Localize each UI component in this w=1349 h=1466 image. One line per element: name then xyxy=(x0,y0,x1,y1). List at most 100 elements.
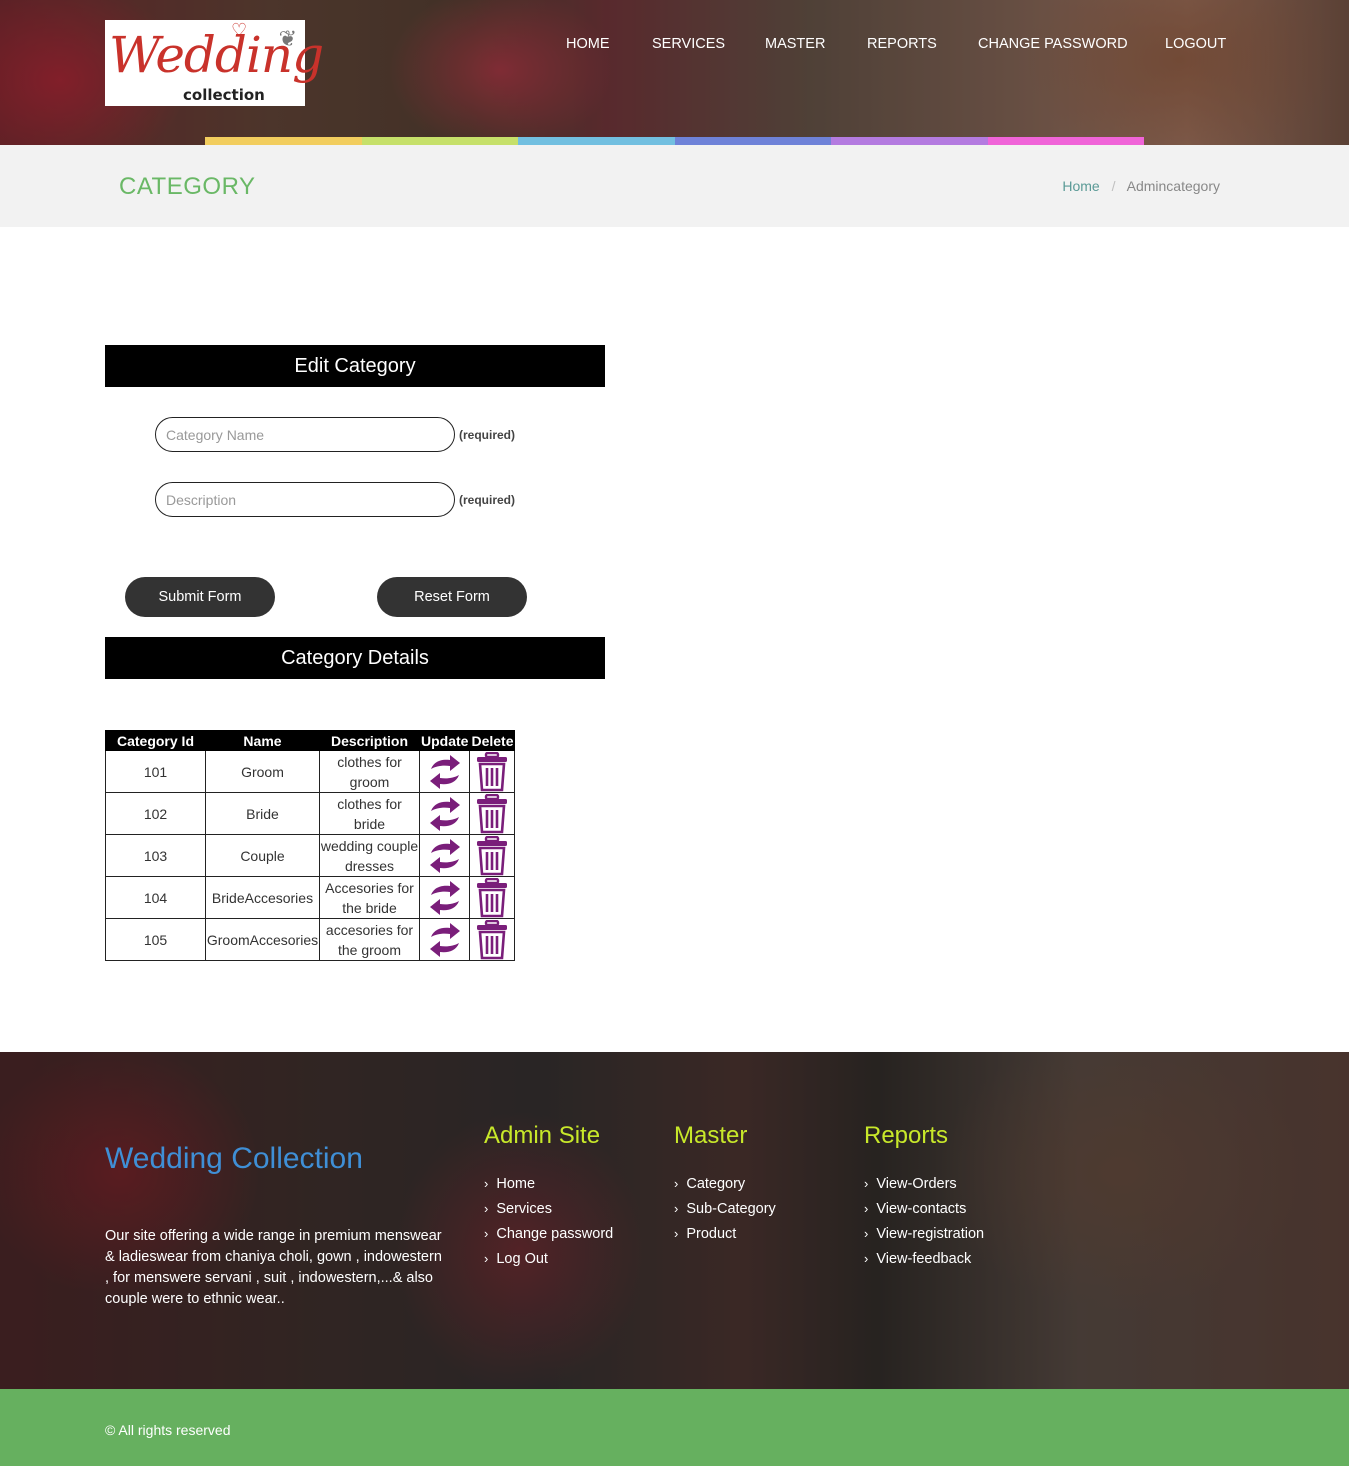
footer-link-view-contacts[interactable]: › View-contacts xyxy=(864,1201,984,1226)
update-icon[interactable] xyxy=(418,876,471,919)
column-header-update: Update xyxy=(418,730,471,751)
footer-link-view-orders[interactable]: › View-Orders xyxy=(864,1176,984,1201)
trash-icon[interactable] xyxy=(469,876,516,919)
table-row: 101 Groom clothes for groom xyxy=(105,750,516,793)
cell-name: GroomAccesories xyxy=(205,918,320,961)
description-field-wrap xyxy=(155,482,455,517)
footer-link-change-password[interactable]: › Change password xyxy=(484,1226,613,1251)
nav-logout[interactable]: LOGOUT xyxy=(1165,36,1226,52)
submit-form-button[interactable]: Submit Form xyxy=(125,577,275,617)
footer-about-text: Our site offering a wide range in premiu… xyxy=(105,1228,442,1307)
column-header-description: Description xyxy=(319,730,420,751)
site-header: Wedding ♡ ❦ collection HOME SERVICES MAS… xyxy=(0,0,1349,145)
nav-services[interactable]: SERVICES xyxy=(652,36,725,52)
color-strip-segment xyxy=(361,137,518,145)
breadcrumb: Home / Admincategory xyxy=(1062,178,1220,194)
color-strip xyxy=(205,137,1144,145)
update-icon[interactable] xyxy=(418,918,471,961)
cell-description: clothes for groom xyxy=(319,750,420,793)
category-details-heading: Category Details xyxy=(105,637,605,679)
category-name-field-wrap xyxy=(155,417,455,452)
trash-icon[interactable] xyxy=(469,918,516,961)
page-title: CATEGORY xyxy=(119,173,256,200)
footer-link-product[interactable]: › Product xyxy=(674,1226,776,1251)
footer-brand: Wedding Collection xyxy=(105,1142,363,1175)
copyright-band: © All rights reserved xyxy=(0,1389,1349,1466)
site-footer: Wedding Collection Our site offering a w… xyxy=(0,1052,1349,1389)
cell-name: Bride xyxy=(205,792,320,835)
footer-column-reports: Reports › View-Orders › View-contacts › Vie… xyxy=(864,1122,984,1276)
cell-name: Groom xyxy=(205,750,320,793)
logo-sub-text: collection xyxy=(183,86,265,104)
breadcrumb-current: Admincategory xyxy=(1126,178,1220,194)
chevron-right-icon: › xyxy=(864,1226,869,1241)
cell-category-id: 102 xyxy=(105,792,206,835)
category-table: Category Id Name Description Update Dele… xyxy=(105,730,516,961)
chevron-right-icon: › xyxy=(484,1251,489,1266)
title-band: CATEGORY Home / Admincategory xyxy=(0,145,1349,227)
chevron-right-icon: › xyxy=(674,1176,679,1191)
chevron-right-icon: › xyxy=(674,1226,679,1241)
footer-link-view-feedback[interactable]: › View-feedback xyxy=(864,1251,984,1276)
table-body: 101 Groom clothes for groom 102 Bride clothe… xyxy=(105,750,516,961)
column-header-name: Name xyxy=(205,730,320,751)
nav-master[interactable]: MASTER xyxy=(765,36,825,52)
cell-name: BrideAccesories xyxy=(205,876,320,919)
table-row: 104 BrideAccesories Accesories for the bri… xyxy=(105,876,516,919)
trash-icon[interactable] xyxy=(469,834,516,877)
copyright-text: © All rights reserved xyxy=(105,1422,231,1438)
color-strip-segment xyxy=(987,137,1144,145)
color-strip-segment xyxy=(205,137,362,145)
table-row: 105 GroomAccesories accesories for the gro… xyxy=(105,918,516,961)
cell-category-id: 105 xyxy=(105,918,206,961)
chevron-right-icon: › xyxy=(484,1201,489,1216)
cell-description: Accesories for the bride xyxy=(319,876,420,919)
category-name-input[interactable] xyxy=(155,417,455,452)
cell-description: clothes for bride xyxy=(319,792,420,835)
description-required-note: (required) xyxy=(459,493,516,507)
footer-link-sub-category[interactable]: › Sub-Category xyxy=(674,1201,776,1226)
update-icon[interactable] xyxy=(418,792,471,835)
footer-column-title: Admin Site xyxy=(484,1122,601,1149)
breadcrumb-separator: / xyxy=(1111,178,1116,194)
update-icon[interactable] xyxy=(418,750,471,793)
column-header-category-id: Category Id xyxy=(105,730,206,751)
column-header-delete: Delete xyxy=(469,730,516,751)
nav-change-password[interactable]: CHANGE PASSWORD xyxy=(978,36,1128,52)
description-input[interactable] xyxy=(155,482,455,517)
main-nav: HOME SERVICES MASTER REPORTS CHANGE PASS… xyxy=(0,36,1349,56)
cell-category-id: 103 xyxy=(105,834,206,877)
color-strip-segment xyxy=(831,137,988,145)
chevron-right-icon: › xyxy=(484,1176,489,1191)
cell-description: wedding couple dresses xyxy=(319,834,420,877)
footer-column-admin-site: Admin Site › Home › Services › Change passw… xyxy=(484,1122,613,1276)
site-logo[interactable]: Wedding ♡ ❦ collection xyxy=(105,20,324,106)
chevron-right-icon: › xyxy=(484,1226,489,1241)
footer-link-category[interactable]: › Category xyxy=(674,1176,776,1201)
table-row: 103 Couple wedding couple dresses xyxy=(105,834,516,877)
trash-icon[interactable] xyxy=(469,750,516,793)
footer-link-home[interactable]: › Home xyxy=(484,1176,613,1201)
footer-column-title: Master xyxy=(674,1122,748,1149)
update-icon[interactable] xyxy=(418,834,471,877)
footer-column-title: Reports xyxy=(864,1122,949,1149)
footer-link-services[interactable]: › Services xyxy=(484,1201,613,1226)
cell-category-id: 101 xyxy=(105,750,206,793)
color-strip-segment xyxy=(518,137,675,145)
color-strip-segment xyxy=(674,137,831,145)
footer-link-view-registration[interactable]: › View-registration xyxy=(864,1226,984,1251)
table-header-row: Category Id Name Description Update Dele… xyxy=(105,730,516,751)
footer-link-log-out[interactable]: › Log Out xyxy=(484,1251,613,1276)
footer-column-master: Master › Category › Sub-Category › Product xyxy=(674,1122,776,1251)
trash-icon[interactable] xyxy=(469,792,516,835)
nav-reports[interactable]: REPORTS xyxy=(867,36,937,52)
chevron-right-icon: › xyxy=(864,1201,869,1216)
breadcrumb-home-link[interactable]: Home xyxy=(1062,178,1099,194)
chevron-right-icon: › xyxy=(674,1201,679,1216)
cell-category-id: 104 xyxy=(105,876,206,919)
reset-form-button[interactable]: Reset Form xyxy=(377,577,527,617)
cell-description: accesories for the groom xyxy=(319,918,420,961)
category-name-required-note: (required) xyxy=(459,428,516,442)
nav-home[interactable]: HOME xyxy=(566,36,610,52)
cell-name: Couple xyxy=(205,834,320,877)
